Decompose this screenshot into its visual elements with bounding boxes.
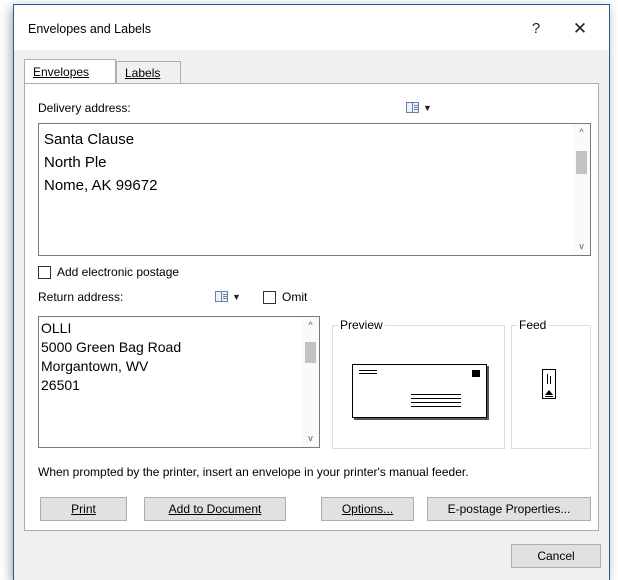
return-scrollbar[interactable]: ^ v: [302, 317, 319, 447]
help-button[interactable]: ?: [522, 15, 550, 43]
omit-checkbox[interactable]: [263, 291, 276, 304]
e-postage-properties-button[interactable]: E-postage Properties...: [427, 497, 591, 521]
scroll-thumb[interactable]: [576, 151, 587, 174]
address-book-icon[interactable]: [406, 102, 419, 113]
envelope-preview-icon[interactable]: [352, 364, 487, 418]
return-scroll-up-arrow-icon[interactable]: ^: [302, 317, 319, 334]
tab-labels[interactable]: Labels: [116, 61, 181, 83]
cancel-button[interactable]: Cancel: [511, 544, 601, 568]
return-scroll-thumb[interactable]: [305, 342, 316, 363]
window-title: Envelopes and Labels: [28, 22, 152, 36]
print-button[interactable]: Print: [40, 497, 127, 521]
return-chevron-down-icon[interactable]: ▼: [232, 292, 241, 302]
tab-envelopes-label: Envelopes: [33, 65, 90, 79]
options-button-label: Options...: [341, 502, 394, 516]
return-address-text: OLLI 5000 Green Bag Road Morgantown, WV …: [41, 320, 182, 393]
preview-group[interactable]: Preview: [332, 318, 505, 449]
add-electronic-postage-label: Add electronic postage: [57, 265, 180, 279]
tab-labels-label: Labels: [125, 66, 161, 80]
title-bar: Envelopes and Labels ? ✕: [14, 5, 609, 50]
add-to-document-button[interactable]: Add to Document: [144, 497, 286, 521]
e-postage-properties-label: E-postage Properties...: [447, 502, 571, 516]
return-address-textbox[interactable]: OLLI 5000 Green Bag Road Morgantown, WV …: [38, 316, 320, 448]
scroll-up-arrow-icon[interactable]: ^: [573, 124, 590, 141]
feed-direction-icon[interactable]: [542, 369, 556, 399]
chevron-down-icon[interactable]: ▼: [423, 103, 432, 113]
delivery-address-label: Delivery address:: [38, 101, 131, 115]
options-button[interactable]: Options...: [321, 497, 414, 521]
preview-group-title: Preview: [338, 318, 385, 332]
envelopes-and-labels-dialog: Envelopes and Labels ? ✕ Envelopes Label…: [13, 4, 610, 580]
feed-group[interactable]: Feed: [511, 318, 591, 449]
add-to-document-label: Add to Document: [168, 502, 262, 516]
cancel-button-label: Cancel: [537, 549, 575, 563]
feed-group-title: Feed: [517, 318, 549, 332]
add-electronic-postage-checkbox[interactable]: [38, 266, 51, 279]
close-button[interactable]: ✕: [566, 15, 594, 43]
omit-label: Omit: [282, 290, 308, 304]
return-address-book-icon[interactable]: [215, 291, 228, 302]
envelopes-panel: Delivery address: ▼ Santa Clause North P…: [24, 83, 599, 531]
delivery-scrollbar[interactable]: ^ v: [573, 124, 590, 255]
print-button-label: Print: [71, 502, 96, 516]
tab-envelopes[interactable]: Envelopes: [24, 59, 116, 83]
delivery-address-text: Santa Clause North Ple Nome, AK 99672: [44, 131, 158, 194]
return-scroll-down-arrow-icon[interactable]: v: [302, 430, 319, 447]
instruction-text: When prompted by the printer, insert an …: [38, 465, 469, 479]
scroll-down-arrow-icon[interactable]: v: [573, 238, 590, 255]
return-address-label: Return address:: [38, 290, 124, 304]
delivery-address-textbox[interactable]: Santa Clause North Ple Nome, AK 99672 ^ …: [38, 123, 591, 256]
